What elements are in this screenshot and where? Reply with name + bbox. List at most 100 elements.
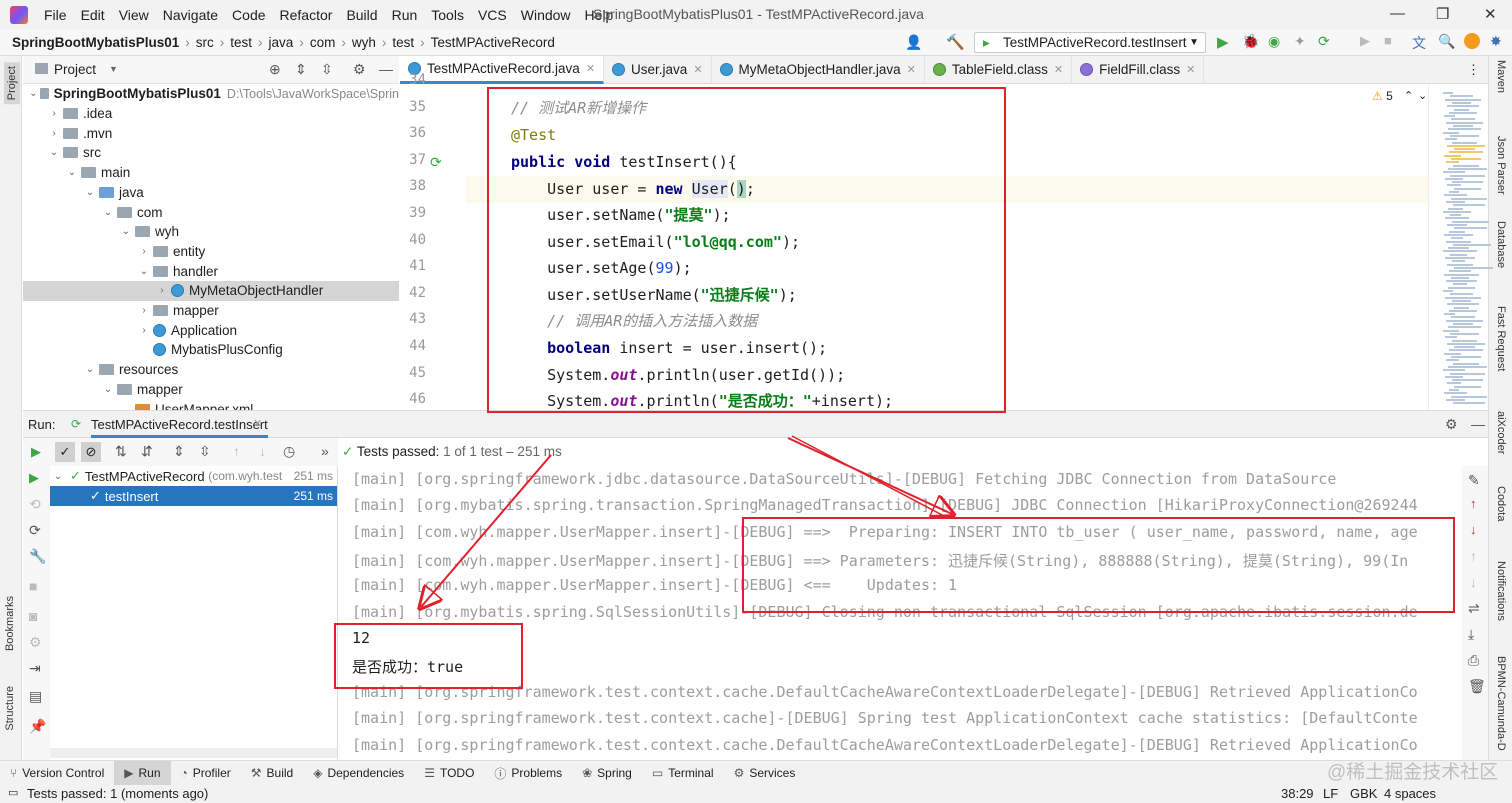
- collapse-all-icon[interactable]: ⇳: [199, 443, 211, 460]
- close-icon[interactable]: ✕: [693, 63, 702, 76]
- tree-item[interactable]: ⌄ SpringBootMybatisPlus01 D:\Tools\JavaWor…: [23, 84, 399, 104]
- chevron-down-icon[interactable]: ⌄: [83, 187, 97, 198]
- line-separator[interactable]: LF: [1323, 786, 1338, 801]
- cursor-position[interactable]: 38:29: [1281, 786, 1314, 801]
- tool-window-spring[interactable]: ❀ Spring: [572, 761, 642, 786]
- down-arrow-icon[interactable]: ↓: [1470, 522, 1477, 537]
- chevron-down-icon[interactable]: ⌄: [137, 266, 151, 277]
- tree-item[interactable]: UserMapper.xml: [23, 399, 399, 410]
- warnings-indicator[interactable]: ⚠ 5: [1372, 89, 1393, 103]
- tree-item[interactable]: ⌄ src: [23, 143, 399, 163]
- tree-item[interactable]: MybatisPlusConfig: [23, 340, 399, 360]
- menu-edit[interactable]: Edit: [81, 7, 105, 23]
- chevron-right-icon[interactable]: ›: [137, 325, 151, 336]
- tool-window-build[interactable]: ⚒ Build: [241, 761, 303, 786]
- close-window-button[interactable]: ✕: [1484, 5, 1497, 23]
- expand-all-icon[interactable]: ⇕: [295, 61, 307, 78]
- scroll-down-icon[interactable]: ↓: [1470, 574, 1477, 590]
- close-icon[interactable]: ✕: [1186, 63, 1195, 76]
- tree-item[interactable]: › .idea: [23, 104, 399, 124]
- menu-tools[interactable]: Tools: [431, 7, 464, 23]
- tree-item[interactable]: › mapper: [23, 301, 399, 321]
- chevron-down-icon[interactable]: ⌄: [101, 207, 115, 218]
- json-parser-tool-button[interactable]: Json Parser: [1495, 136, 1507, 195]
- project-tool-button[interactable]: Project: [4, 62, 20, 105]
- build-hammer-icon[interactable]: 🔨: [946, 33, 965, 51]
- test-suite-row[interactable]: ⌄ ✓ TestMPActiveRecord (com.wyh.test 251…: [50, 466, 337, 486]
- hide-panel-icon[interactable]: —: [379, 61, 393, 77]
- debug-button[interactable]: 🐞: [1242, 33, 1259, 50]
- scroll-up-icon[interactable]: ↑: [1470, 548, 1477, 564]
- close-icon[interactable]: ✕: [1054, 63, 1063, 76]
- sort-alpha-icon[interactable]: ⇅: [115, 443, 127, 460]
- ide-features-icon[interactable]: ✸: [1490, 33, 1502, 50]
- user-icon[interactable]: 👤: [905, 34, 922, 51]
- pin-icon[interactable]: 📌: [29, 718, 46, 735]
- run-test-gutter-icon[interactable]: ⟳: [430, 154, 442, 171]
- tool-window-run[interactable]: ▶ Run: [114, 760, 171, 786]
- database-tool-button[interactable]: Database: [1495, 221, 1507, 268]
- structure-tool-button[interactable]: Structure: [4, 686, 16, 731]
- chevron-right-icon[interactable]: ›: [47, 108, 61, 119]
- chevron-down-icon[interactable]: ⌄: [65, 167, 79, 178]
- chevron-down-icon[interactable]: ⌄: [50, 471, 66, 482]
- run-again-icon[interactable]: ▶: [31, 444, 41, 460]
- bpmn-tool-button[interactable]: BPMN-Camunda-D: [1495, 656, 1507, 751]
- next-highlight-icon[interactable]: ⌄: [1418, 89, 1427, 102]
- rerun-icon[interactable]: ▶: [29, 470, 39, 486]
- chevron-right-icon[interactable]: ›: [47, 128, 61, 139]
- run-button[interactable]: ▶: [1217, 33, 1229, 51]
- menu-window[interactable]: Window: [521, 7, 571, 23]
- maximize-button[interactable]: ❐: [1436, 5, 1449, 23]
- breadcrumb-item[interactable]: TestMPActiveRecord: [431, 35, 555, 50]
- close-icon[interactable]: ✕: [907, 63, 916, 76]
- tree-item[interactable]: ⌄ com: [23, 202, 399, 222]
- chevron-down-icon[interactable]: ⌄: [29, 88, 38, 99]
- show-passed-toggle[interactable]: ✓: [55, 442, 75, 462]
- tree-item[interactable]: › MyMetaObjectHandler: [23, 281, 399, 301]
- tool-window-services[interactable]: ⚙ Services: [724, 761, 806, 786]
- menu-run[interactable]: Run: [392, 7, 418, 23]
- update-icon[interactable]: [1464, 33, 1480, 49]
- close-icon[interactable]: ✕: [586, 62, 595, 75]
- tree-item[interactable]: › .mvn: [23, 123, 399, 143]
- project-view-selector[interactable]: Project: [54, 62, 96, 77]
- sort-duration-icon[interactable]: ⇵: [141, 443, 153, 460]
- resume-button[interactable]: ▶: [1360, 33, 1370, 49]
- print-icon[interactable]: ⎙: [1468, 652, 1479, 669]
- edit-icon[interactable]: ✎: [1468, 472, 1480, 489]
- minimize-button[interactable]: —: [1390, 5, 1405, 22]
- menu-code[interactable]: Code: [232, 7, 265, 23]
- breadcrumb-item[interactable]: com: [310, 35, 336, 50]
- tool-window-problems[interactable]: ⓘ Problems: [484, 761, 572, 786]
- menu-view[interactable]: View: [119, 7, 149, 23]
- status-panel-icon[interactable]: ▭: [8, 786, 18, 799]
- profile-button[interactable]: ✦: [1294, 33, 1306, 50]
- file-encoding[interactable]: GBK: [1350, 786, 1377, 801]
- tree-item[interactable]: ⌄ wyh: [23, 222, 399, 242]
- more-icon[interactable]: »: [321, 443, 329, 459]
- tree-item[interactable]: ⌄ java: [23, 183, 399, 203]
- breadcrumb-item[interactable]: test: [230, 35, 252, 50]
- search-icon[interactable]: 🔍: [1438, 33, 1455, 50]
- aixcoder-tool-button[interactable]: aiXcoder: [1495, 411, 1507, 454]
- show-ignored-toggle[interactable]: ⊘: [81, 442, 101, 462]
- menu-refactor[interactable]: Refactor: [280, 7, 333, 23]
- indent-setting[interactable]: 4 spaces: [1384, 786, 1436, 801]
- translate-icon[interactable]: 文: [1412, 33, 1426, 53]
- chevron-right-icon[interactable]: ›: [155, 285, 169, 296]
- breadcrumb-item[interactable]: src: [196, 35, 214, 50]
- chevron-down-icon[interactable]: ⌄: [83, 364, 97, 375]
- rerun-failed-icon[interactable]: ⟲: [29, 496, 41, 513]
- collapse-all-icon[interactable]: ⇳: [321, 61, 333, 78]
- breadcrumb-item[interactable]: java: [269, 35, 294, 50]
- maven-tool-button[interactable]: Maven: [1495, 60, 1507, 93]
- breadcrumb-item[interactable]: SpringBootMybatisPlus01: [12, 35, 179, 50]
- hide-panel-icon[interactable]: —: [1471, 416, 1485, 432]
- stop-button[interactable]: ■: [1384, 33, 1392, 48]
- more-run-button[interactable]: ⟳: [1318, 33, 1330, 50]
- editor-tab[interactable]: TestMPActiveRecord.java ✕: [400, 55, 605, 84]
- breadcrumb-item[interactable]: test: [392, 35, 414, 50]
- expand-all-icon[interactable]: ⇕: [173, 443, 185, 460]
- tool-window-todo[interactable]: ☰ TODO: [414, 761, 484, 786]
